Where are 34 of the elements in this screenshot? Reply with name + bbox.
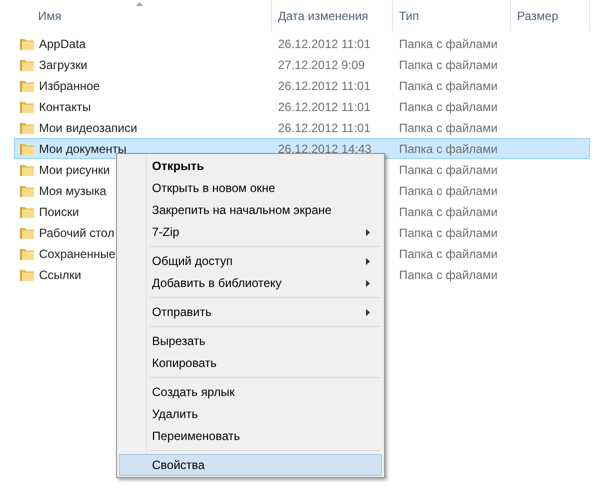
file-type: Папка с файлами	[399, 78, 498, 92]
file-name: Моя музыка	[39, 182, 106, 200]
column-label: Имя	[38, 8, 62, 24]
file-name: Мои видеозаписи	[39, 120, 138, 136]
file-type: Папка с файлами	[399, 226, 498, 240]
file-type: Папка с файлами	[399, 36, 498, 50]
file-name: Поиски	[39, 204, 79, 220]
file-type: Папка с файлами	[399, 58, 498, 72]
file-name: Рабочий стол	[39, 224, 114, 242]
file-name: Мои документы	[39, 140, 126, 158]
date-modified: 26.12.2012 11:01	[278, 120, 371, 134]
file-name: Ссылки	[39, 266, 82, 284]
file-name: Сохраненные	[39, 246, 116, 262]
file-type: Папка с файлами	[399, 120, 498, 134]
date-modified: 26.12.2012 14:43	[278, 142, 372, 156]
date-modified: 26.12.2012 11:01	[278, 100, 371, 114]
file-type: Папка с файлами	[399, 142, 498, 156]
file-type: Папка с файлами	[399, 246, 498, 260]
date-modified: 27.12.2012 9:09	[278, 58, 365, 72]
file-name: Контакты	[39, 98, 91, 116]
date-modified: 26.12.2012 11:01	[278, 36, 371, 50]
file-name: Мои рисунки	[39, 162, 110, 178]
column-label: Размер	[517, 8, 558, 24]
file-type: Папка с файлами	[399, 268, 498, 282]
file-name: Загрузки	[39, 56, 88, 74]
file-type: Папка с файлами	[399, 100, 498, 114]
date-modified: 26.12.2012 11:01	[278, 78, 371, 92]
column-label: Тип	[399, 8, 420, 24]
file-name: AppData	[39, 36, 86, 52]
column-label: Дата изменения	[278, 8, 368, 24]
file-type: Папка с файлами	[399, 162, 498, 176]
file-type: Папка с файлами	[399, 184, 498, 198]
file-type: Папка с файлами	[399, 204, 498, 218]
file-name: Избранное	[39, 78, 100, 94]
